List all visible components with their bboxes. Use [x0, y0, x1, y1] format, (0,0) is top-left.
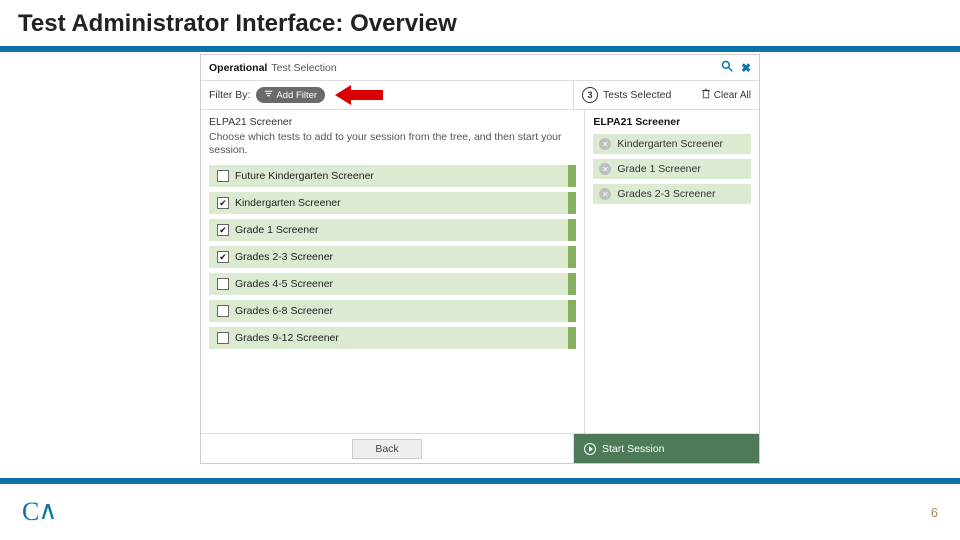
selected-tests-pane: ELPA21 Screener ✕ Kindergarten Screener ✕ G…	[585, 110, 759, 433]
test-list: Future Kindergarten Screener Kindergarten…	[209, 165, 576, 349]
callout-arrow-icon	[335, 86, 383, 104]
test-row[interactable]: Grades 4-5 Screener	[209, 273, 576, 295]
test-checkbox[interactable]	[217, 170, 229, 182]
trash-icon	[701, 88, 711, 102]
panel-header-left: Operational Test Selection	[209, 62, 337, 74]
remove-selected-icon[interactable]: ✕	[599, 188, 611, 200]
test-group-desc: Choose which tests to add to your sessio…	[209, 131, 576, 157]
selected-count-label: Tests Selected	[603, 89, 671, 101]
close-icon[interactable]: ✖	[741, 61, 751, 75]
slide-title: Test Administrator Interface: Overview	[18, 10, 942, 38]
brand-logo: C∧	[22, 497, 56, 527]
clear-all-button[interactable]: Clear All	[701, 88, 751, 102]
add-filter-button[interactable]: Add Filter	[256, 87, 325, 103]
test-checkbox[interactable]	[217, 197, 229, 209]
selected-item-label: Grades 2-3 Screener	[617, 188, 715, 200]
start-session-label: Start Session	[602, 443, 664, 455]
filter-icon	[264, 89, 273, 101]
header-subtitle: Test Selection	[271, 62, 336, 74]
test-row-cap	[568, 219, 576, 241]
panel-header: Operational Test Selection ✖	[201, 55, 759, 81]
test-row-cap	[568, 165, 576, 187]
selected-count-badge: 3	[582, 87, 598, 103]
test-label: Grades 4-5 Screener	[235, 278, 333, 290]
test-label: Grade 1 Screener	[235, 224, 318, 236]
test-row[interactable]: Kindergarten Screener	[209, 192, 576, 214]
test-checkbox[interactable]	[217, 278, 229, 290]
header-mode: Operational	[209, 62, 267, 74]
test-row-cap	[568, 327, 576, 349]
remove-selected-icon[interactable]: ✕	[599, 163, 611, 175]
slide-title-bar: Test Administrator Interface: Overview	[0, 0, 960, 46]
back-button[interactable]: Back	[352, 439, 421, 459]
filter-label: Filter By:	[209, 89, 250, 101]
test-checkbox[interactable]	[217, 305, 229, 317]
test-label: Grades 6-8 Screener	[235, 305, 333, 317]
title-rule	[0, 46, 960, 52]
test-group-title: ELPA21 Screener	[209, 116, 576, 128]
test-row[interactable]: Grades 9-12 Screener	[209, 327, 576, 349]
test-label: Future Kindergarten Screener	[235, 170, 374, 182]
test-row[interactable]: Grades 2-3 Screener	[209, 246, 576, 268]
panel-footer: Back Start Session	[201, 433, 759, 463]
selected-count-wrap: 3 Tests Selected	[582, 87, 671, 103]
play-icon	[584, 443, 596, 455]
test-checkbox[interactable]	[217, 251, 229, 263]
add-filter-label: Add Filter	[276, 90, 317, 101]
selected-group-title: ELPA21 Screener	[593, 116, 751, 128]
slide-footer: C∧ 6	[0, 478, 960, 540]
test-row[interactable]: Future Kindergarten Screener	[209, 165, 576, 187]
remove-selected-icon[interactable]: ✕	[599, 138, 611, 150]
test-row-cap	[568, 273, 576, 295]
selected-item: ✕ Grade 1 Screener	[593, 159, 751, 179]
test-selection-panel: Operational Test Selection ✖ Filter By: …	[200, 54, 760, 464]
search-icon[interactable]	[721, 60, 733, 75]
test-tree-pane: ELPA21 Screener Choose which tests to ad…	[201, 110, 585, 433]
test-row-cap	[568, 246, 576, 268]
selected-list: ✕Kindergarten Screener✕Grade 1 Screener✕…	[593, 134, 751, 204]
test-row[interactable]: Grade 1 Screener	[209, 219, 576, 241]
clear-all-label: Clear All	[714, 90, 751, 101]
panel-subheader: Filter By: Add Filter 3 Tests Selected	[201, 81, 759, 110]
filter-cell: Filter By: Add Filter	[201, 81, 574, 109]
page-number: 6	[931, 505, 938, 520]
start-session-button[interactable]: Start Session	[574, 434, 759, 463]
test-label: Grades 2-3 Screener	[235, 251, 333, 263]
test-row-cap	[568, 300, 576, 322]
test-label: Grades 9-12 Screener	[235, 332, 339, 344]
panel-body: ELPA21 Screener Choose which tests to ad…	[201, 110, 759, 433]
test-row[interactable]: Grades 6-8 Screener	[209, 300, 576, 322]
test-row-cap	[568, 192, 576, 214]
selected-item: ✕ Grades 2-3 Screener	[593, 184, 751, 204]
test-checkbox[interactable]	[217, 332, 229, 344]
selected-item-label: Grade 1 Screener	[617, 163, 700, 175]
selected-item: ✕ Kindergarten Screener	[593, 134, 751, 154]
panel-header-right: ✖	[721, 60, 751, 75]
selected-item-label: Kindergarten Screener	[617, 138, 723, 150]
back-cell: Back	[201, 434, 574, 463]
selected-summary: 3 Tests Selected Clear All	[574, 81, 759, 109]
test-label: Kindergarten Screener	[235, 197, 341, 209]
test-checkbox[interactable]	[217, 224, 229, 236]
